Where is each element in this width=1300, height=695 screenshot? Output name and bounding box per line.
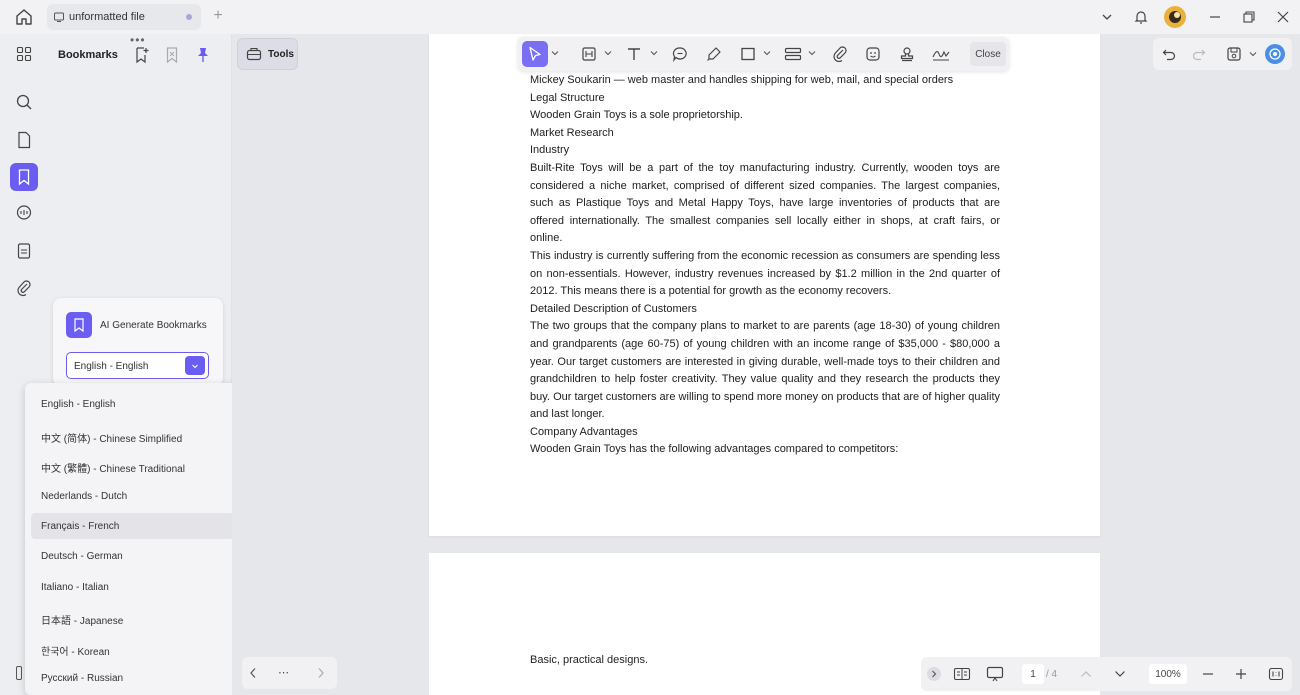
close-toolbar-button[interactable]: Close <box>970 42 1006 66</box>
paragraph: Wooden Grain Toys is a sole proprietorsh… <box>530 109 743 122</box>
page-navigation-bar: 1 / 4 100% <box>921 657 1292 691</box>
presentation-icon[interactable] <box>985 664 1005 684</box>
chevron-down-icon[interactable] <box>1249 50 1257 58</box>
more-options-icon[interactable]: ⋯ <box>278 666 289 679</box>
language-option[interactable]: Nederlands - Dutch <box>31 483 235 509</box>
page-count: / 4 <box>1046 668 1058 680</box>
language-dropdown: English - English 中文 (简体) - Chinese Simp… <box>25 383 251 695</box>
attachment-icon[interactable] <box>829 41 851 67</box>
language-option[interactable]: 中文 (繁體) - Chinese Traditional <box>31 452 235 478</box>
comment-tool-icon[interactable] <box>669 41 691 67</box>
restore-icon[interactable] <box>1239 7 1259 27</box>
language-option[interactable]: 日本語 - Japanese <box>31 604 235 630</box>
paragraph: Wooden Grain Toys has the following adva… <box>530 443 899 456</box>
undo-icon[interactable] <box>1159 44 1179 64</box>
sidebar-toggle-icon[interactable] <box>16 666 22 680</box>
search-icon[interactable] <box>10 88 38 116</box>
close-window-icon[interactable] <box>1273 7 1293 27</box>
paragraph: Mickey Soukarin — web master and handles… <box>530 74 954 86</box>
minimize-icon[interactable] <box>1205 7 1225 27</box>
paragraph: Built-Rite Toys will be a part of the to… <box>530 161 1000 245</box>
history-toolbar <box>1153 38 1292 70</box>
zoom-level[interactable]: 100% <box>1149 664 1187 684</box>
reading-mode-icon[interactable] <box>952 664 972 684</box>
form-fields-icon[interactable] <box>10 237 38 265</box>
remove-bookmark-icon[interactable] <box>162 45 182 65</box>
language-option[interactable]: Deutsch - German <box>31 543 235 569</box>
page-text: Mickey Soukarin — web master and handles… <box>530 72 1000 459</box>
thumbnails-grid-icon[interactable] <box>10 40 38 68</box>
chevron-down-icon[interactable] <box>185 356 205 375</box>
text-tool-icon[interactable] <box>623 41 645 67</box>
chevron-down-icon[interactable] <box>763 49 771 57</box>
paragraph: The two groups that the company plans to… <box>530 320 1000 421</box>
language-option[interactable]: Français - French <box>31 513 235 539</box>
stamp-icon[interactable] <box>896 41 918 67</box>
title-bar: unformatted file + <box>0 0 1300 34</box>
comment-icon[interactable] <box>10 199 38 227</box>
document-page: Mickey Soukarin — web master and handles… <box>429 34 1100 536</box>
page-icon[interactable] <box>10 126 38 154</box>
chevron-down-icon[interactable] <box>808 49 816 57</box>
chevron-down-icon[interactable] <box>551 49 559 57</box>
chevron-down-icon[interactable] <box>1097 7 1117 27</box>
language-option[interactable]: 中文 (简体) - Chinese Simplified <box>31 422 235 448</box>
heading: Market Research <box>530 126 614 139</box>
bookmark-icon[interactable] <box>10 163 38 191</box>
language-option[interactable]: English - English <box>31 391 235 417</box>
toolbox-icon <box>246 47 262 61</box>
notification-bell-icon[interactable] <box>1131 7 1151 27</box>
tools-button[interactable]: Tools <box>237 38 298 70</box>
language-option[interactable]: Italiano - Italian <box>31 574 235 600</box>
ai-generate-bookmarks-card: AI Generate Bookmarks English - English <box>53 298 223 386</box>
user-avatar[interactable] <box>1164 6 1186 28</box>
stamp-bar-icon[interactable] <box>782 41 804 67</box>
select-tool-icon[interactable] <box>522 41 548 67</box>
language-option[interactable]: Русский - Russian <box>31 665 235 691</box>
attachment-icon[interactable] <box>10 274 38 302</box>
chevron-down-icon[interactable] <box>604 49 612 57</box>
document-tab[interactable]: unformatted file <box>47 4 201 30</box>
language-select[interactable]: English - English <box>66 352 209 379</box>
actual-size-icon[interactable] <box>1267 664 1285 684</box>
unsaved-indicator <box>186 14 192 20</box>
chevron-right-icon[interactable] <box>927 667 941 681</box>
heading: Legal Structure <box>530 91 605 104</box>
bookmark-nav-bar: ⋯ <box>242 657 337 689</box>
signature-icon[interactable] <box>929 41 953 67</box>
chevron-down-icon[interactable] <box>650 49 658 57</box>
zoom-out-icon[interactable] <box>1201 664 1215 684</box>
chevron-right-icon[interactable] <box>314 665 328 681</box>
previous-page-icon[interactable] <box>1079 664 1093 684</box>
panel-title: Bookmarks <box>58 49 118 61</box>
ai-assistant-icon[interactable] <box>1265 44 1285 64</box>
chevron-left-icon[interactable] <box>246 665 260 681</box>
sticker-icon[interactable] <box>862 41 884 67</box>
zoom-in-icon[interactable] <box>1234 664 1248 684</box>
tools-label: Tools <box>268 48 294 60</box>
annotation-toolbar: Close <box>518 37 1009 71</box>
ai-generate-label: AI Generate Bookmarks <box>100 320 207 331</box>
tab-title: unformatted file <box>69 11 145 23</box>
new-tab-button[interactable]: + <box>209 7 227 25</box>
pin-icon[interactable] <box>193 45 213 65</box>
page-number-input[interactable]: 1 <box>1022 664 1044 684</box>
add-bookmark-icon[interactable] <box>132 45 152 65</box>
heading: Company Advantages <box>530 425 638 438</box>
rectangle-icon[interactable] <box>737 41 759 67</box>
text-box-icon[interactable] <box>578 41 600 67</box>
file-icon <box>54 12 64 22</box>
home-icon[interactable] <box>12 6 36 28</box>
redo-icon[interactable] <box>1189 44 1209 64</box>
ai-bookmark-icon <box>66 312 92 338</box>
language-select-value: English - English <box>74 361 149 372</box>
highlighter-icon[interactable] <box>703 41 725 67</box>
save-icon[interactable] <box>1224 44 1244 64</box>
heading: Detailed Description of Customers <box>530 302 697 315</box>
language-option[interactable]: 한국어 - Korean <box>31 635 235 661</box>
heading: Industry <box>530 144 570 157</box>
paragraph: This industry is currently suffering fro… <box>530 249 1000 298</box>
next-page-icon[interactable] <box>1113 664 1127 684</box>
